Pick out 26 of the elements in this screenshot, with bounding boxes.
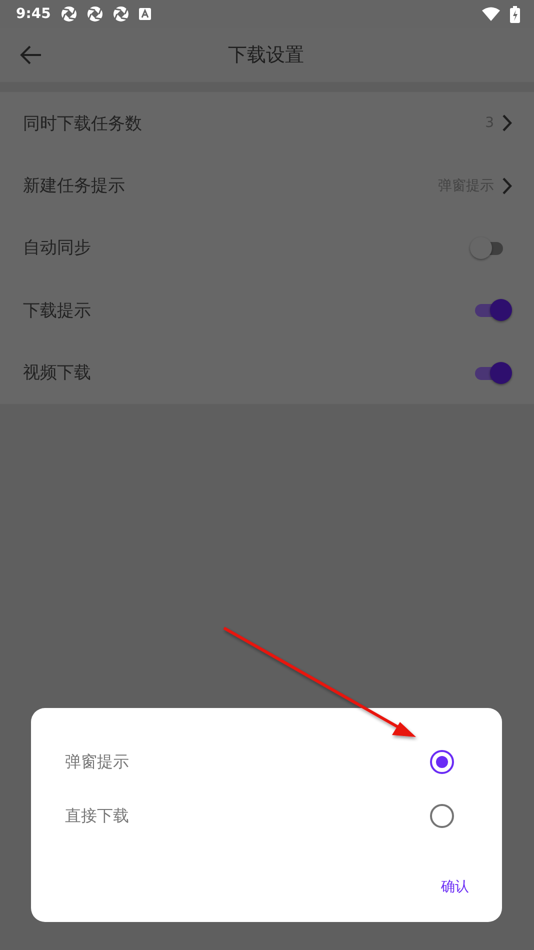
setting-label: 自动同步 [23, 237, 92, 260]
back-arrow-icon [20, 45, 42, 65]
aperture-icon [86, 6, 103, 22]
aperture-icon [112, 6, 129, 22]
setting-label: 下载提示 [23, 300, 92, 322]
clock: 9:45 [16, 6, 51, 22]
wifi-icon [482, 7, 500, 21]
page-title: 下载设置 [228, 43, 304, 68]
settings-row[interactable]: 视频下载 [0, 342, 534, 404]
battery-charging-icon [510, 6, 520, 22]
radio-button[interactable] [430, 750, 454, 774]
chevron-right-icon [502, 114, 512, 132]
settings-row[interactable]: 下载提示 [0, 279, 534, 342]
settings-row[interactable]: 自动同步 [0, 216, 534, 280]
setting-label: 视频下载 [23, 362, 92, 384]
setting-label: 同时下载任务数 [23, 112, 143, 135]
dialog-option[interactable]: 直接下载 [31, 789, 502, 843]
notification-icon [138, 8, 151, 20]
aperture-icon [60, 6, 77, 22]
radio-button[interactable] [430, 804, 454, 828]
chevron-right-icon [502, 176, 512, 195]
dialog-option[interactable]: 弹窗提示 [31, 735, 502, 789]
confirm-button[interactable]: 确认 [441, 874, 469, 900]
option-label: 直接下载 [65, 806, 130, 826]
option-label: 弹窗提示 [65, 752, 130, 772]
setting-label: 新建任务提示 [23, 175, 126, 198]
